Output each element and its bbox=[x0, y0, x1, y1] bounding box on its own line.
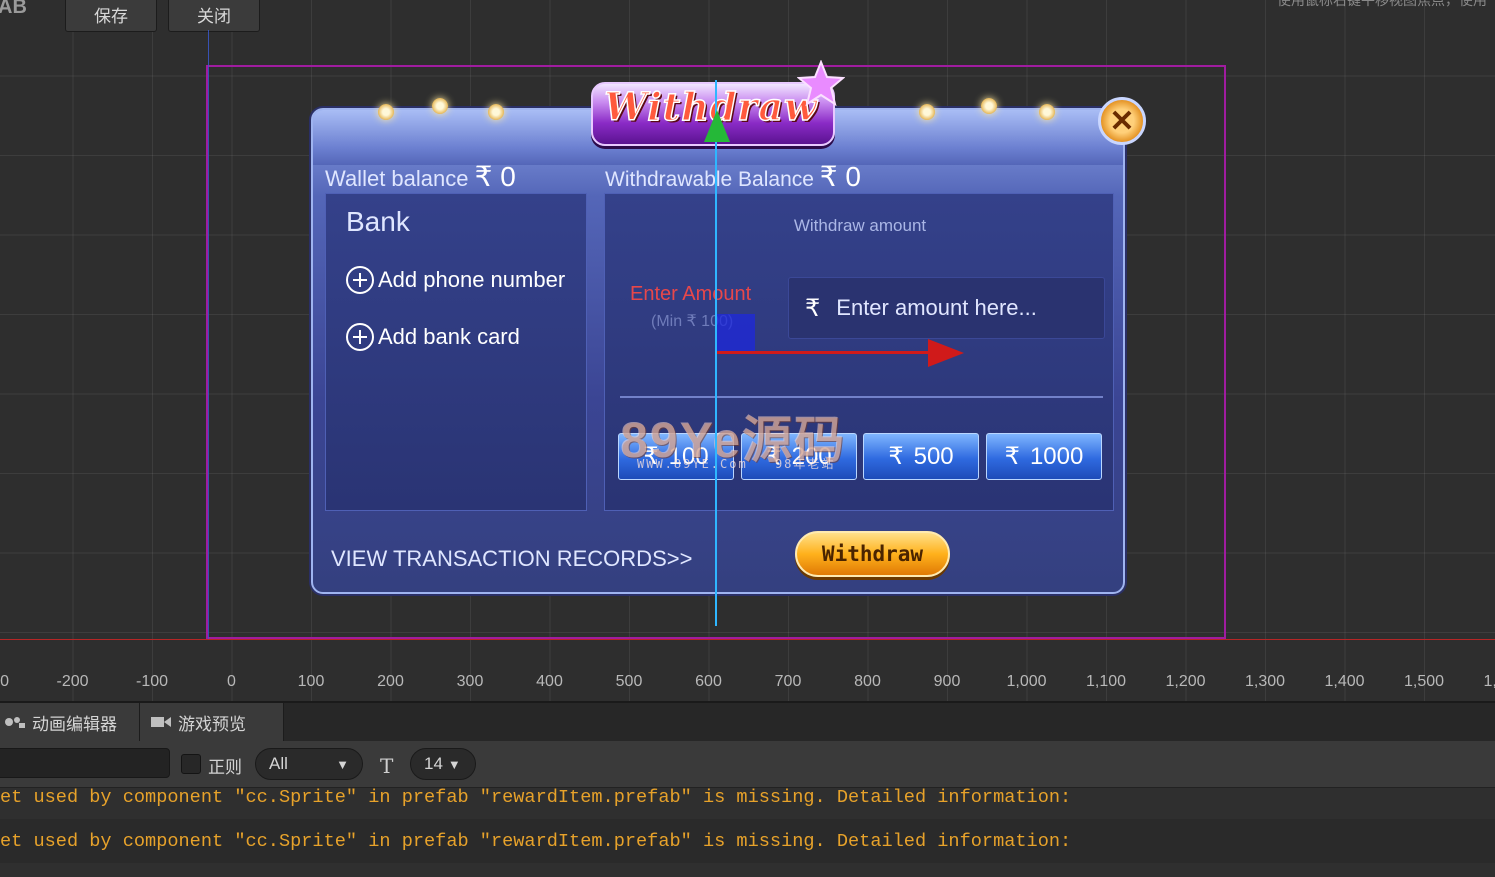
ruler-tick-label: 200 bbox=[377, 673, 404, 690]
quick-amount-500-button[interactable]: ₹500 bbox=[863, 433, 979, 480]
wallet-balance-value: ₹ 0 bbox=[474, 161, 516, 192]
wallet-balance-label: Wallet balance bbox=[325, 166, 469, 191]
chevron-down-icon: ▼ bbox=[447, 756, 461, 772]
divider bbox=[620, 396, 1103, 398]
withdraw-amount-label: Withdraw amount bbox=[793, 216, 927, 235]
log-line[interactable]: et used by component "cc.Sprite" in pref… bbox=[0, 819, 1495, 863]
amount-input[interactable] bbox=[834, 294, 1089, 322]
ruler-tick-label: 1,400 bbox=[1324, 673, 1365, 690]
font-size-value: 14 bbox=[424, 754, 443, 773]
ruler-tick-label: 1,500 bbox=[1403, 673, 1445, 690]
add-phone-button[interactable]: Add phone number bbox=[346, 266, 565, 294]
tab-label: 游戏预览 bbox=[178, 714, 246, 734]
log-line[interactable]: et used by component "cc.Sprite" in pref… bbox=[0, 775, 1495, 819]
tab-game-preview[interactable]: 游戏预览 bbox=[140, 703, 284, 741]
dialog-close-button[interactable]: ✕ bbox=[1098, 97, 1146, 145]
add-phone-label: Add phone number bbox=[378, 267, 566, 292]
ruler-tick-label: 700 bbox=[774, 673, 802, 690]
ruler-tick-label: 900 bbox=[933, 673, 961, 690]
ruler-tick-label: 100 bbox=[297, 673, 325, 690]
light-bulb-icon bbox=[432, 98, 448, 114]
watermark-tag: 98年老站 bbox=[774, 457, 836, 471]
withdrawable-balance-value: ₹ 0 bbox=[819, 161, 861, 192]
watermark-url: WWW.89YE.Com 98年老站 bbox=[637, 455, 835, 472]
withdraw-button[interactable]: Withdraw bbox=[795, 531, 950, 577]
withdrawable-balance: Withdrawable Balance ₹ 0 bbox=[605, 160, 861, 193]
save-button[interactable]: 保存 bbox=[65, 0, 157, 32]
star-icon bbox=[797, 60, 845, 107]
plus-circle-icon bbox=[346, 266, 374, 294]
ruler-tick-label: 0 bbox=[227, 673, 236, 690]
light-bulb-icon bbox=[488, 104, 504, 120]
watermark-url-text: WWW.89YE.Com bbox=[637, 457, 748, 471]
light-bulb-icon bbox=[981, 98, 997, 114]
light-bulb-icon bbox=[378, 104, 394, 120]
console-tabs-bar: 动画编辑器 游戏预览 bbox=[0, 703, 1495, 742]
ruler-tick-label: 300 bbox=[456, 673, 484, 690]
y-axis-line bbox=[208, 30, 209, 640]
x-axis-line bbox=[0, 639, 1495, 640]
scene-view[interactable]: AB 保存 关闭 使用鼠标右键平移视图焦点，使用 Withdraw ✕ Wall… bbox=[0, 0, 1495, 703]
transaction-records-link[interactable]: VIEW TRANSACTION RECORDS>> bbox=[331, 546, 692, 572]
bank-panel bbox=[325, 193, 587, 511]
add-bank-card-button[interactable]: Add bank card bbox=[346, 323, 520, 351]
wallet-balance: Wallet balance ₹ 0 bbox=[325, 160, 516, 193]
ruler-tick-label: 1,100 bbox=[1085, 673, 1127, 690]
quick-amount-label: 500 bbox=[913, 442, 954, 470]
console-search-input[interactable] bbox=[0, 748, 170, 778]
regex-checkbox[interactable] bbox=[181, 754, 201, 774]
close-button[interactable]: 关闭 bbox=[168, 0, 260, 32]
enter-amount-label: Enter Amount bbox=[630, 283, 752, 305]
rupee-icon: ₹ bbox=[1004, 443, 1020, 470]
ruler-tick-label: 500 bbox=[615, 673, 643, 690]
x-ruler: -300 -200 -100 0 100 200 300 400 500 600 700 800 900… bbox=[0, 663, 1495, 701]
gizmo-x-axis bbox=[717, 351, 932, 354]
ruler-tick-label: 1,200 bbox=[1165, 673, 1206, 690]
quick-amount-label: 1000 bbox=[1029, 442, 1084, 470]
light-bulb-icon bbox=[1039, 104, 1055, 120]
amount-input-field[interactable]: ₹ bbox=[788, 277, 1105, 339]
ruler-tick-label: -100 bbox=[135, 673, 169, 690]
ruler-tick-label: -200 bbox=[56, 673, 89, 690]
ruler-tick-label: 1,300 bbox=[1244, 673, 1286, 690]
withdrawable-balance-label: Withdrawable Balance bbox=[605, 168, 814, 191]
gizmo-center-handle[interactable] bbox=[717, 314, 755, 352]
log-filter-value: All bbox=[269, 754, 288, 773]
chevron-down-icon: ▼ bbox=[336, 756, 349, 772]
ruler-tick-label: 600 bbox=[695, 673, 722, 690]
hint-text: 使用鼠标右键平移视图焦点，使用 bbox=[1277, 0, 1487, 8]
ruler-tick-label: -300 bbox=[0, 673, 10, 690]
ruler-tick-label: 1,600 bbox=[1483, 673, 1495, 690]
ruler-tick-label: 400 bbox=[536, 673, 563, 690]
light-bulb-icon bbox=[919, 104, 935, 120]
ruler-tick-label: 800 bbox=[854, 673, 881, 690]
panel-title-fragment: AB bbox=[0, 0, 27, 18]
rupee-icon: ₹ bbox=[805, 294, 821, 322]
gizmo-y-arrow-handle[interactable] bbox=[704, 110, 730, 142]
bank-title: Bank bbox=[346, 206, 410, 237]
animation-icon bbox=[5, 717, 25, 728]
camera-icon bbox=[151, 717, 171, 727]
console-panel: 动画编辑器 游戏预览 正则 All ▼ T 14 ▼ et used by co… bbox=[0, 703, 1495, 877]
add-bank-card-label: Add bank card bbox=[378, 324, 520, 349]
tab-animation-editor[interactable]: 动画编辑器 bbox=[0, 703, 140, 741]
gizmo-x-arrow-handle[interactable] bbox=[928, 339, 964, 367]
plus-circle-icon bbox=[346, 323, 374, 351]
tab-label: 动画编辑器 bbox=[32, 714, 117, 734]
rupee-icon: ₹ bbox=[888, 443, 904, 470]
ruler-tick-label: 1,000 bbox=[1006, 673, 1047, 690]
quick-amount-1000-button[interactable]: ₹1000 bbox=[986, 433, 1102, 480]
